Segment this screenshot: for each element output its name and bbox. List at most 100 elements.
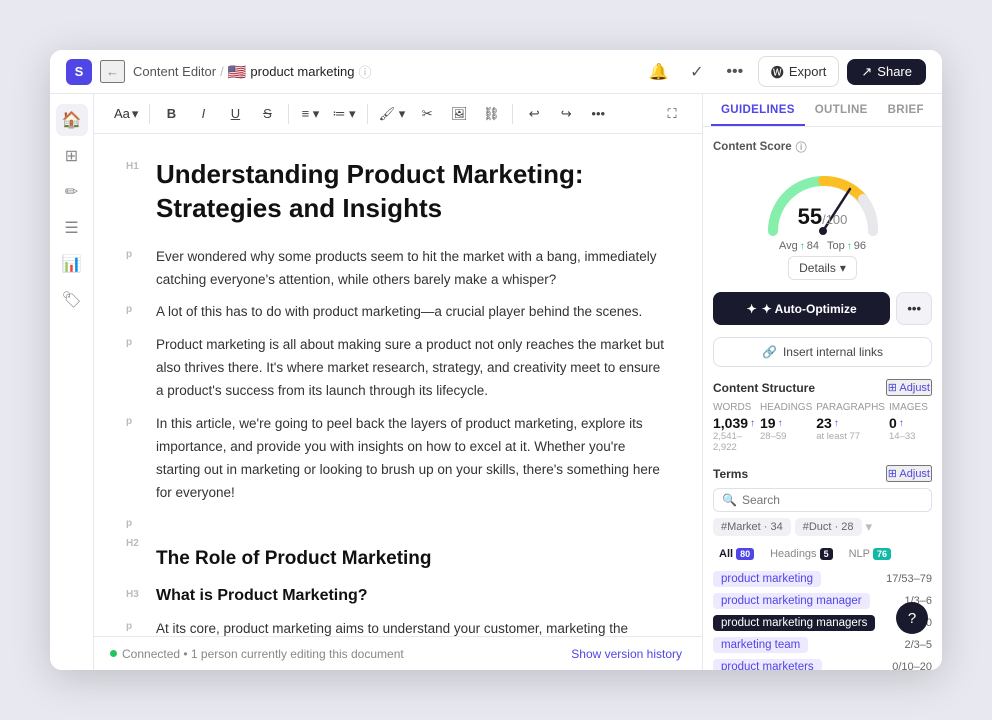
link-chain-icon: 🔗	[762, 345, 777, 359]
terms-adjust-button[interactable]: ⊞ Adjust	[886, 465, 932, 482]
term-item-4: product marketers 0/10–20	[713, 656, 932, 670]
editor-content[interactable]: H1 Understanding Product Marketing: Stra…	[94, 134, 702, 636]
filter-nlp-badge: 76	[873, 548, 891, 560]
breadcrumb-section: Content Editor	[133, 64, 216, 79]
score-label: Content Score ⓘ	[713, 139, 807, 155]
p3-text[interactable]: Product marketing is all about making su…	[156, 334, 670, 403]
struct-paragraphs: PARAGRAPHS 23 ↑ at least 77	[816, 402, 885, 453]
image-button[interactable]: 🖼	[445, 100, 473, 128]
auto-optimize-button[interactable]: ✦ ✦ Auto-Optimize	[713, 292, 890, 325]
list-button[interactable]: ≔ ▾	[328, 100, 359, 128]
top-value: 96	[854, 240, 866, 252]
term-tag-4[interactable]: product marketers	[713, 659, 822, 670]
avg-label: Avg	[779, 240, 798, 252]
insert-links-label: Insert internal links	[783, 345, 883, 359]
filter-headings[interactable]: Headings 5	[764, 546, 839, 562]
score-label-text: Content Score	[713, 141, 792, 153]
top-bar-right: 🔔 ✓ ••• 🅦 Export ↗ Share	[644, 56, 926, 87]
tag-market[interactable]: #Market · 34	[713, 518, 791, 536]
sidebar-home-icon[interactable]: 🏠	[56, 104, 88, 136]
sidebar-list-icon[interactable]: ☰	[56, 212, 88, 244]
paragraphs-label: PARAGRAPHS	[816, 402, 885, 413]
tab-brief[interactable]: BRIEF	[878, 94, 934, 126]
status-dot	[110, 650, 117, 657]
headings-num: 19	[760, 415, 776, 431]
p2-label: p	[126, 301, 150, 315]
block-h3-1: H3 What is Product Marketing?	[126, 586, 670, 613]
search-input[interactable]	[742, 493, 923, 507]
right-panel: GUIDELINES OUTLINE BRIEF Content Score ⓘ	[702, 94, 942, 670]
sidebar-chart-icon[interactable]: 📊	[56, 248, 88, 280]
images-range: 14–33	[889, 431, 915, 442]
term-item-0: product marketing 17/53–79	[713, 568, 932, 590]
headings-range: 28–59	[760, 431, 786, 442]
gauge-stats: Avg ↑ 84 Top ↑ 96	[779, 240, 866, 252]
h2-text[interactable]: The Role of Product Marketing	[156, 547, 432, 572]
undo-button[interactable]: ↩	[520, 100, 548, 128]
font-button[interactable]: Aa ▾	[110, 100, 142, 128]
score-denom: /100	[822, 212, 847, 227]
sidebar-tag-icon[interactable]: 🏷	[56, 284, 88, 316]
more-options-button[interactable]: •••	[720, 57, 750, 87]
back-button[interactable]: ←	[100, 60, 125, 83]
p4-text[interactable]: In this article, we're going to peel bac…	[156, 413, 670, 505]
cut-button[interactable]: ✂	[413, 100, 441, 128]
p6-text[interactable]: At its core, product marketing aims to u…	[156, 618, 670, 636]
block-p5: p	[126, 515, 670, 529]
status-text: Connected • 1 person currently editing t…	[122, 647, 404, 661]
tags-expand-icon[interactable]: ▾	[866, 519, 873, 535]
italic-button[interactable]: I	[189, 100, 217, 128]
share-icon: ↗	[861, 64, 872, 80]
h1-text[interactable]: Understanding Product Marketing: Strateg…	[156, 158, 670, 226]
export-button[interactable]: 🅦 Export	[758, 56, 840, 87]
term-tag-2[interactable]: product marketing managers	[713, 615, 875, 631]
avg-stat: Avg ↑ 84	[779, 240, 819, 252]
fullscreen-button[interactable]: ⛶	[658, 100, 686, 128]
block-p6: p At its core, product marketing aims to…	[126, 618, 670, 636]
details-label: Details	[799, 261, 836, 275]
breadcrumb-flag: 🇺🇸	[228, 63, 247, 81]
bold-button[interactable]: B	[157, 100, 185, 128]
score-section: Content Score ⓘ	[713, 139, 932, 280]
term-tag-3[interactable]: marketing team	[713, 637, 808, 653]
filter-nlp[interactable]: NLP 76	[843, 546, 897, 562]
sidebar-edit-icon[interactable]: ✏	[56, 176, 88, 208]
term-tag-0[interactable]: product marketing	[713, 571, 821, 587]
terms-header: Terms ⊞ Adjust	[713, 465, 932, 482]
strikethrough-button[interactable]: S	[253, 100, 281, 128]
h3-1-text[interactable]: What is Product Marketing?	[156, 586, 368, 607]
term-item-3: marketing team 2/3–5	[713, 634, 932, 656]
link-button[interactable]: ⛓	[477, 100, 505, 128]
tab-outline[interactable]: OUTLINE	[805, 94, 878, 126]
tab-guidelines[interactable]: GUIDELINES	[711, 94, 805, 126]
insert-links-button[interactable]: 🔗 Insert internal links	[713, 337, 932, 367]
optimize-more-button[interactable]: •••	[896, 292, 932, 325]
structure-adjust-button[interactable]: ⊞ Adjust	[886, 379, 932, 396]
align-button[interactable]: ≡ ▾	[296, 100, 324, 128]
p2-text[interactable]: A lot of this has to do with product mar…	[156, 301, 642, 324]
block-p1: p Ever wondered why some products seem t…	[126, 246, 670, 296]
p1-text[interactable]: Ever wondered why some products seem to …	[156, 246, 670, 292]
top-label: Top	[827, 240, 845, 252]
redo-button[interactable]: ↪	[552, 100, 580, 128]
breadcrumb-separator: /	[220, 64, 224, 79]
highlight-button[interactable]: 🖌 ▾	[375, 100, 410, 128]
version-history-button[interactable]: Show version history	[567, 640, 686, 668]
underline-button[interactable]: U	[221, 100, 249, 128]
sidebar-grid-icon[interactable]: ⊞	[56, 140, 88, 172]
toolbar: Aa ▾ B I U S ≡ ▾ ≔ ▾ 🖌 ▾ ✂ 🖼 ⛓ ↩ ↪ •••	[94, 94, 702, 134]
share-button[interactable]: ↗ Share	[847, 59, 926, 85]
tag-duct[interactable]: #Duct · 28	[795, 518, 862, 536]
terms-search[interactable]: 🔍	[713, 488, 932, 512]
term-tag-1[interactable]: product marketing manager	[713, 593, 870, 609]
more-toolbar-button[interactable]: •••	[584, 100, 612, 128]
block-h1: H1 Understanding Product Marketing: Stra…	[126, 158, 670, 240]
content-structure-section: Content Structure ⊞ Adjust WORDS 1,039 ↑…	[713, 379, 932, 453]
filter-all[interactable]: All 80	[713, 546, 760, 562]
help-fab-button[interactable]: ?	[896, 602, 928, 634]
check-button[interactable]: ✓	[682, 57, 712, 87]
details-button[interactable]: Details ▾	[788, 256, 857, 280]
export-label: Export	[789, 64, 827, 79]
notifications-button[interactable]: 🔔	[644, 57, 674, 87]
filter-headings-badge: 5	[820, 548, 833, 560]
